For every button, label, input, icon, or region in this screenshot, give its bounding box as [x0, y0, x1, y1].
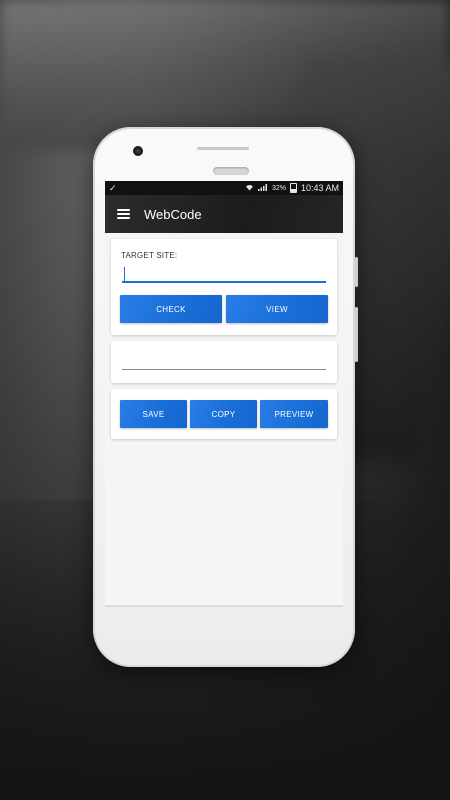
target-site-input[interactable] [122, 265, 326, 283]
target-site-card: TARGET SITE: CHECK VIEW [111, 239, 337, 335]
front-camera [133, 146, 143, 156]
hamburger-menu-icon[interactable] [117, 209, 130, 219]
proximity-sensor [213, 167, 249, 175]
view-button[interactable]: VIEW [226, 295, 328, 323]
actions-card: SAVE COPY PREVIEW [111, 389, 337, 439]
power-button [355, 257, 358, 287]
check-button[interactable]: CHECK [120, 295, 222, 323]
screen-bottom-edge [105, 605, 343, 607]
target-site-label: TARGET SITE: [121, 251, 178, 260]
code-output-field[interactable] [122, 369, 326, 370]
preview-button[interactable]: PREVIEW [260, 400, 328, 428]
wifi-icon [245, 183, 254, 193]
check-icon: ✓ [109, 182, 117, 193]
app-bar: WebCode [105, 195, 343, 233]
volume-button [355, 307, 358, 362]
text-caret [124, 267, 125, 281]
earpiece-speaker [197, 147, 249, 150]
clock: 10:43 AM [300, 183, 339, 193]
app-title: WebCode [144, 206, 202, 222]
battery-percent: 32% [271, 184, 286, 192]
phone-screen: ✓ 32% 10:43 AM WebCode TARGET SITE: CHEC… [105, 181, 343, 607]
battery-icon [289, 183, 297, 193]
status-bar: ✓ 32% 10:43 AM [105, 181, 343, 195]
code-output-card [111, 341, 337, 383]
signal-icon [257, 183, 268, 193]
phone-frame: ✓ 32% 10:43 AM WebCode TARGET SITE: CHEC… [93, 127, 358, 667]
copy-button[interactable]: COPY [190, 400, 257, 428]
save-button[interactable]: SAVE [120, 400, 187, 428]
